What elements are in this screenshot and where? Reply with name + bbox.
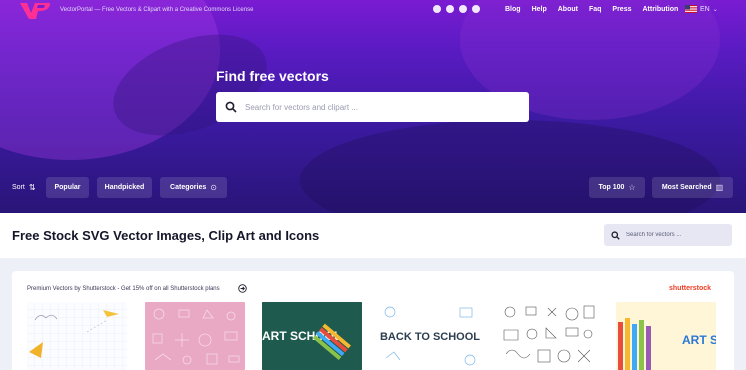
premium-thumb-art-school-chalkboard[interactable]: ART SCHOOL [262, 302, 362, 370]
twitter-icon[interactable] [433, 5, 441, 13]
language-selector[interactable]: EN ⌄ [685, 5, 718, 13]
main-nav: Blog Help About Faq Press Attribution [505, 6, 678, 13]
hero-search-box[interactable] [216, 92, 529, 122]
hero-title: Find free vectors [216, 68, 329, 84]
filter-categories-button[interactable]: Categories ⊙ [160, 177, 227, 198]
top-bar: VectorPortal — Free Vectors & Clipart wi… [0, 0, 746, 22]
premium-thumb-back-to-school[interactable]: BACK TO SCHOOL [380, 302, 480, 370]
us-flag-icon [685, 5, 697, 13]
top100-button[interactable]: Top 100 ☆ [589, 177, 645, 198]
star-icon: ☆ [628, 183, 636, 192]
secondary-search-box[interactable] [604, 224, 732, 246]
arrow-right-circle-icon[interactable] [238, 284, 247, 293]
thumb6-lettering: ART SCHOOL [682, 333, 716, 347]
bar-chart-icon: ▥ [715, 183, 724, 192]
secondary-search-input[interactable] [626, 232, 726, 238]
nav-blog[interactable]: Blog [505, 6, 521, 13]
most-searched-button[interactable]: Most Searched ▥ [652, 177, 733, 198]
most-searched-label: Most Searched [661, 184, 712, 191]
site-tagline: VectorPortal — Free Vectors & Clipart wi… [60, 7, 254, 13]
premium-thumb-art-school-pencils[interactable]: ART SCHOOL [616, 302, 716, 370]
sort-icon: ⇅ [28, 183, 36, 192]
hero-decor [300, 120, 720, 213]
sort-label: Sort [12, 184, 25, 191]
nav-attribution[interactable]: Attribution [642, 6, 678, 13]
premium-thumb-pink-school-pattern[interactable] [145, 302, 245, 370]
shutterstock-logo: shutterstock [669, 285, 712, 292]
page-title: Free Stock SVG Vector Images, Clip Art a… [12, 228, 320, 243]
filter-handpicked-label: Handpicked [104, 184, 145, 191]
hero-search-input[interactable] [245, 102, 515, 112]
chevron-down-icon: ⌄ [712, 6, 718, 13]
vp-logo[interactable] [19, 2, 51, 20]
pinterest-icon[interactable] [459, 5, 467, 13]
premium-thumb-school-doodles[interactable] [498, 302, 598, 370]
premium-thumb-doodle-planes[interactable] [27, 302, 127, 370]
filter-categories-label: Categories [170, 184, 207, 191]
chevron-down-icon: ⊙ [210, 183, 217, 192]
top100-label: Top 100 [598, 184, 625, 191]
nav-faq[interactable]: Faq [589, 6, 601, 13]
dribbble-icon[interactable] [472, 5, 480, 13]
search-icon [611, 230, 620, 240]
filter-handpicked-button[interactable]: Handpicked [97, 177, 152, 198]
thumb4-lettering: BACK TO SCHOOL [380, 331, 480, 343]
nav-help[interactable]: Help [532, 6, 547, 13]
language-code: EN [700, 5, 710, 13]
social-links [433, 5, 480, 13]
nav-about[interactable]: About [558, 6, 578, 13]
sort-control[interactable]: Sort ⇅ [12, 183, 36, 192]
nav-press[interactable]: Press [612, 6, 631, 13]
filter-popular-button[interactable]: Popular [46, 177, 89, 198]
facebook-icon[interactable] [446, 5, 454, 13]
filter-popular-label: Popular [54, 184, 81, 191]
premium-promo-link[interactable]: Premium Vectors by Shutterstock - Get 15… [27, 286, 220, 292]
search-icon [225, 101, 237, 113]
